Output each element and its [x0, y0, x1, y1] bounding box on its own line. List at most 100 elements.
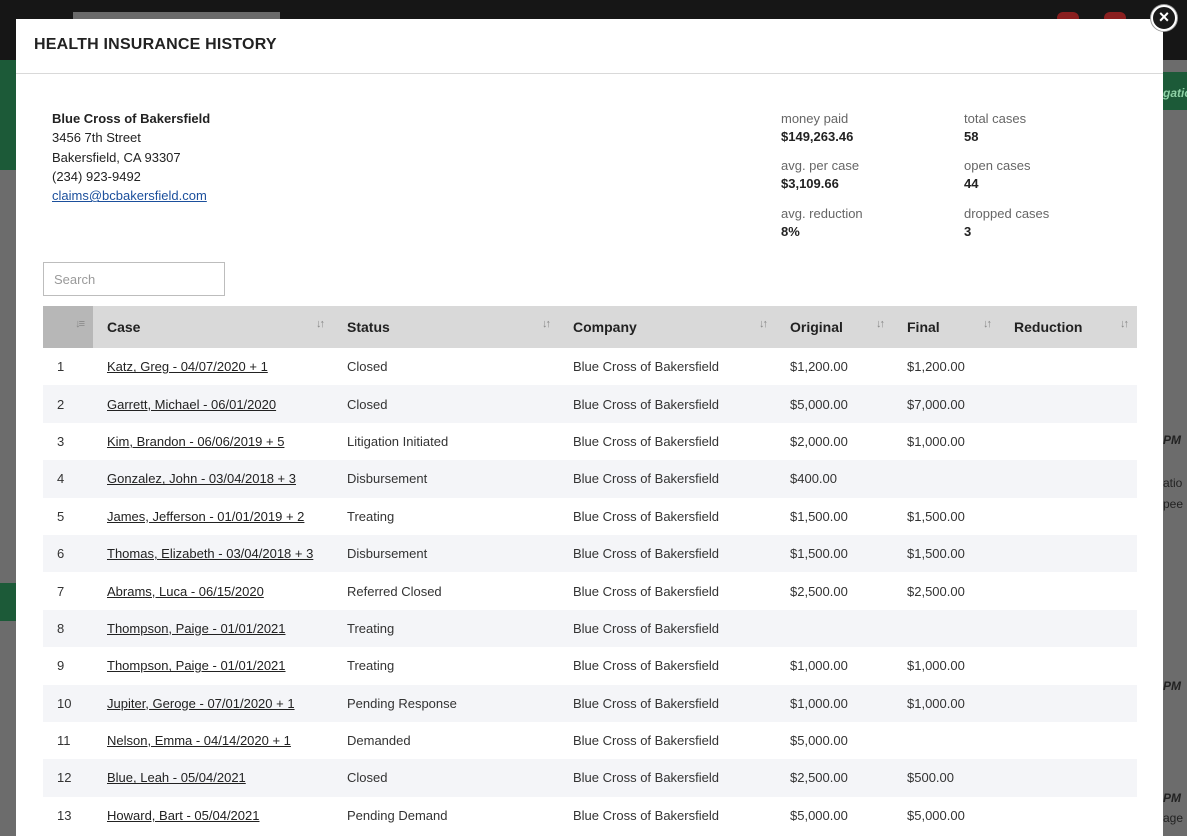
background-text: atio	[1163, 476, 1183, 490]
row-number: 8	[57, 620, 65, 636]
company-cell: Blue Cross of Bakersfield	[573, 807, 719, 823]
sort-icon: ↓↑	[983, 318, 992, 330]
final-amount-cell: $1,000.00	[907, 695, 965, 711]
status-cell: Disbursement	[347, 546, 428, 562]
reduction-cell	[1000, 722, 1137, 759]
final-amount-cell: $1,200.00	[907, 359, 965, 375]
sort-icon: ↓↑	[316, 318, 325, 330]
table-row: 11 Nelson, Emma - 04/14/2020 + 1 Demanded B…	[43, 722, 1137, 759]
background-text: PM	[1163, 791, 1181, 805]
background-text: PM	[1163, 433, 1181, 447]
case-cell: Blue, Leah - 05/04/2021	[93, 759, 333, 796]
reduction-cell	[1000, 460, 1137, 497]
original-amount-cell: $5,000.00	[790, 807, 848, 823]
background-text: PM	[1163, 679, 1181, 693]
stat-avg-reduction: avg. reduction 8%	[781, 206, 951, 241]
final-amount-cell: $7,000.00	[907, 396, 965, 412]
column-header-label: Reduction	[1014, 319, 1083, 335]
sort-icon: ↓↑	[1120, 318, 1129, 330]
column-header-case[interactable]: Case ↓↑	[93, 306, 333, 348]
row-number: 12	[57, 770, 72, 786]
case-cell: Jupiter, Geroge - 07/01/2020 + 1	[93, 685, 333, 722]
column-header-company[interactable]: Company ↓↑	[559, 306, 776, 348]
stat-value: 3	[964, 224, 972, 239]
reduction-cell	[1000, 647, 1137, 684]
original-amount-cell: $5,000.00	[790, 733, 848, 749]
table-row: 2 Garrett, Michael - 06/01/2020 Closed Blue…	[43, 385, 1137, 423]
reduction-cell	[1000, 498, 1137, 535]
original-amount-cell: $2,000.00	[790, 433, 848, 449]
case-link[interactable]: Nelson, Emma - 04/14/2020 + 1	[107, 733, 291, 748]
original-amount-cell: $1,200.00	[790, 359, 848, 375]
stat-value: $149,263.46	[781, 129, 854, 144]
case-cell: Abrams, Luca - 06/15/2020	[93, 572, 333, 609]
background-text: pee	[1163, 497, 1184, 511]
case-link[interactable]: Thomas, Elizabeth - 03/04/2018 + 3	[107, 546, 313, 561]
stat-value: $3,109.66	[781, 176, 839, 191]
case-cell: Thompson, Paige - 01/01/2021	[93, 610, 333, 647]
table-row: 5 James, Jefferson - 01/01/2019 + 2 Treati…	[43, 498, 1137, 535]
table-row: 13 Howard, Bart - 05/04/2021 Pending Deman…	[43, 797, 1137, 834]
insurer-email-link[interactable]: claims@bcbakersfield.com	[52, 188, 207, 203]
case-link[interactable]: Blue, Leah - 05/04/2021	[107, 770, 246, 785]
reduction-cell	[1000, 610, 1137, 647]
final-amount-cell	[893, 610, 1000, 647]
status-cell: Disbursement	[347, 471, 428, 487]
final-amount-cell: $1,000.00	[907, 433, 965, 449]
background-sidebar-accent	[0, 60, 16, 170]
final-amount-cell	[893, 460, 1000, 497]
background-sidebar-accent	[0, 583, 16, 621]
case-cell: Katz, Greg - 04/07/2020 + 1	[93, 348, 333, 385]
case-cell: Garrett, Michael - 06/01/2020	[93, 385, 333, 422]
insurer-city: Bakersfield, CA 93307	[52, 149, 181, 165]
reduction-cell	[1000, 535, 1137, 572]
reduction-cell	[1000, 759, 1137, 796]
stat-value: 58	[964, 129, 979, 144]
case-link[interactable]: Katz, Greg - 04/07/2020 + 1	[107, 359, 268, 374]
case-link[interactable]: Thompson, Paige - 01/01/2021	[107, 658, 286, 673]
row-number: 7	[57, 583, 65, 599]
case-link[interactable]: James, Jefferson - 01/01/2019 + 2	[107, 509, 304, 524]
row-number: 11	[57, 733, 71, 749]
case-link[interactable]: Kim, Brandon - 06/06/2019 + 5	[107, 434, 284, 449]
close-icon[interactable]: ×	[1151, 5, 1177, 31]
stat-label: money paid	[781, 111, 849, 126]
original-amount-cell	[776, 610, 893, 647]
column-header-status[interactable]: Status ↓↑	[333, 306, 559, 348]
final-amount-cell: $2,500.00	[907, 583, 965, 599]
status-cell: Closed	[347, 770, 388, 786]
search-input[interactable]	[43, 262, 225, 296]
cases-table: ↓≡ Case ↓↑ Status ↓↑ Company ↓↑ Original ↓↑ …	[43, 306, 1137, 834]
case-cell: Howard, Bart - 05/04/2021	[93, 797, 333, 834]
table-row: 6 Thomas, Elizabeth - 03/04/2018 + 3 Disbu…	[43, 534, 1137, 573]
stat-label: open cases	[964, 158, 1031, 173]
final-amount-cell: $1,500.00	[907, 508, 965, 524]
column-header-original[interactable]: Original ↓↑	[776, 306, 893, 348]
table-row: 3 Kim, Brandon - 06/06/2019 + 5 Litigation…	[43, 423, 1137, 460]
stat-label: avg. reduction	[781, 206, 863, 221]
row-number: 1	[57, 359, 65, 375]
status-cell: Pending Demand	[347, 807, 448, 823]
column-header-index[interactable]: ↓≡	[43, 306, 93, 348]
stat-label: avg. per case	[781, 158, 860, 173]
case-link[interactable]: Thompson, Paige - 01/01/2021	[107, 621, 286, 636]
company-cell: Blue Cross of Bakersfield	[573, 695, 719, 711]
column-header-final[interactable]: Final ↓↑	[893, 306, 1000, 348]
table-row: 12 Blue, Leah - 05/04/2021 Closed Blue Cros…	[43, 759, 1137, 797]
case-link[interactable]: Jupiter, Geroge - 07/01/2020 + 1	[107, 696, 295, 711]
company-cell: Blue Cross of Bakersfield	[573, 433, 719, 449]
status-cell: Demanded	[347, 733, 411, 749]
case-link[interactable]: Howard, Bart - 05/04/2021	[107, 808, 259, 823]
stat-total-cases: total cases 58	[964, 111, 1134, 146]
reduction-cell	[1000, 348, 1137, 385]
status-cell: Litigation Initiated	[347, 433, 449, 449]
original-amount-cell: $400.00	[790, 471, 837, 487]
case-link[interactable]: Garrett, Michael - 06/01/2020	[107, 397, 276, 412]
row-number: 5	[57, 508, 65, 524]
case-link[interactable]: Abrams, Luca - 06/15/2020	[107, 584, 264, 599]
stat-label: dropped cases	[964, 206, 1050, 221]
health-insurance-history-modal: HEALTH INSURANCE HISTORY Blue Cross of B…	[16, 5, 1177, 836]
column-header-reduction[interactable]: Reduction ↓↑	[1000, 306, 1137, 348]
original-amount-cell: $2,500.00	[790, 583, 848, 599]
case-link[interactable]: Gonzalez, John - 03/04/2018 + 3	[107, 471, 296, 486]
